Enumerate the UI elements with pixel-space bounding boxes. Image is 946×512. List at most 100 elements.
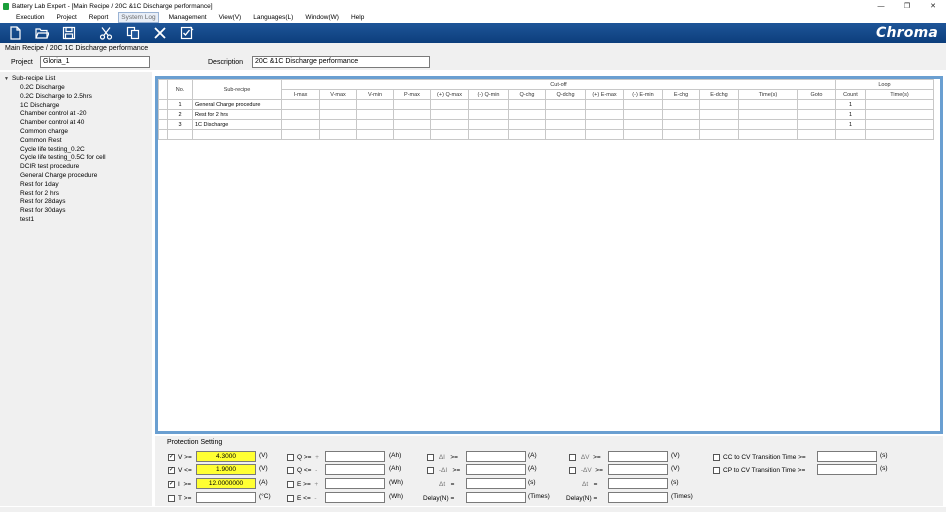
chevron-down-icon[interactable]: ▼ bbox=[4, 76, 9, 82]
cell[interactable] bbox=[319, 119, 357, 130]
cell[interactable] bbox=[865, 99, 934, 110]
cell[interactable] bbox=[865, 119, 934, 130]
cell[interactable] bbox=[281, 99, 320, 110]
cell[interactable] bbox=[430, 99, 469, 110]
cell[interactable] bbox=[545, 99, 586, 110]
list-item[interactable]: 0.2C Discharge to 2.5hrs bbox=[20, 93, 106, 102]
v-max-checkbox[interactable]: ✓ bbox=[168, 453, 175, 461]
i-max-input[interactable]: 12.0000000 bbox=[196, 478, 256, 489]
cell[interactable] bbox=[468, 99, 509, 110]
row-selector[interactable] bbox=[158, 99, 168, 110]
cell[interactable] bbox=[545, 119, 586, 130]
v-max-input[interactable]: 4.3000 bbox=[196, 451, 256, 462]
neg-delta-v-checkbox[interactable] bbox=[569, 466, 576, 474]
cell[interactable] bbox=[699, 119, 739, 130]
cell[interactable] bbox=[585, 109, 624, 120]
row-subrecipe[interactable]: Rest for 2 hrs bbox=[192, 109, 282, 120]
cell[interactable] bbox=[585, 99, 624, 110]
cell[interactable] bbox=[468, 109, 509, 120]
menu-view[interactable]: View(V) bbox=[217, 13, 244, 22]
cell[interactable] bbox=[585, 129, 624, 140]
table-row[interactable]: 2 Rest for 2 hrs 1 bbox=[158, 109, 934, 120]
cell[interactable] bbox=[468, 129, 509, 140]
cell[interactable] bbox=[319, 99, 357, 110]
cell[interactable] bbox=[545, 129, 586, 140]
table-row[interactable] bbox=[158, 129, 934, 140]
save-icon[interactable] bbox=[58, 24, 80, 42]
cell[interactable] bbox=[192, 129, 282, 140]
e-min-checkbox[interactable] bbox=[287, 494, 294, 502]
cell[interactable] bbox=[393, 99, 431, 110]
cell[interactable] bbox=[430, 109, 469, 120]
table-row[interactable]: 3 1C Discharge 1 bbox=[158, 119, 934, 130]
menu-help[interactable]: Help bbox=[349, 13, 366, 22]
delta-v-checkbox[interactable] bbox=[569, 453, 576, 461]
cell[interactable] bbox=[319, 109, 357, 120]
delta-t-2-input[interactable] bbox=[608, 478, 668, 489]
cc-cv-checkbox[interactable] bbox=[713, 453, 720, 461]
t-max-checkbox[interactable] bbox=[168, 494, 175, 502]
cell[interactable] bbox=[738, 109, 798, 120]
list-item[interactable]: Chamber control at 40 bbox=[20, 119, 106, 128]
cell[interactable] bbox=[797, 109, 836, 120]
menu-report[interactable]: Report bbox=[87, 13, 111, 22]
cell[interactable] bbox=[430, 129, 469, 140]
cell[interactable] bbox=[797, 99, 836, 110]
cell[interactable] bbox=[393, 119, 431, 130]
cell[interactable] bbox=[281, 119, 320, 130]
list-item[interactable]: Cycle life testing_0.2C bbox=[20, 146, 106, 155]
cell[interactable] bbox=[738, 99, 798, 110]
cell[interactable] bbox=[865, 129, 934, 140]
row-selector[interactable] bbox=[158, 119, 168, 130]
cell[interactable] bbox=[623, 119, 663, 130]
delta-i-checkbox[interactable] bbox=[427, 453, 434, 461]
cell[interactable] bbox=[167, 129, 193, 140]
list-item[interactable]: Rest for 30days bbox=[20, 207, 106, 216]
cell[interactable] bbox=[699, 129, 739, 140]
project-field[interactable]: Gloria_1 bbox=[40, 56, 150, 68]
description-field[interactable]: 20C &1C Discharge performance bbox=[252, 56, 430, 68]
cp-cv-checkbox[interactable] bbox=[713, 466, 720, 474]
list-item[interactable]: General Charge procedure bbox=[20, 172, 106, 181]
cell[interactable] bbox=[393, 109, 431, 120]
cell[interactable] bbox=[508, 109, 546, 120]
neg-delta-i-input[interactable] bbox=[466, 464, 526, 475]
q-min-input[interactable] bbox=[325, 464, 385, 475]
cell[interactable] bbox=[356, 109, 394, 120]
cp-cv-input[interactable] bbox=[817, 464, 877, 475]
cut-icon[interactable] bbox=[95, 24, 117, 42]
cell[interactable] bbox=[545, 109, 586, 120]
cell[interactable] bbox=[662, 119, 700, 130]
delta-i-input[interactable] bbox=[466, 451, 526, 462]
close-icon[interactable]: ✕ bbox=[920, 0, 946, 12]
row-selector[interactable] bbox=[158, 109, 168, 120]
e-min-input[interactable] bbox=[325, 492, 385, 503]
row-selector[interactable] bbox=[158, 129, 168, 140]
row-loop-count[interactable]: 1 bbox=[835, 119, 866, 130]
checklist-icon[interactable] bbox=[176, 24, 198, 42]
cell[interactable] bbox=[281, 109, 320, 120]
tree-root[interactable]: ▼ Sub-recipe List bbox=[4, 75, 55, 82]
cell[interactable] bbox=[662, 109, 700, 120]
q-max-input[interactable] bbox=[325, 451, 385, 462]
cell[interactable] bbox=[738, 119, 798, 130]
cell[interactable] bbox=[508, 119, 546, 130]
list-item[interactable]: 1C Discharge bbox=[20, 102, 106, 111]
cell[interactable] bbox=[623, 109, 663, 120]
row-subrecipe[interactable]: General Charge procedure bbox=[192, 99, 282, 110]
v-min-input[interactable]: 1.9000 bbox=[196, 464, 256, 475]
cell[interactable] bbox=[356, 129, 394, 140]
e-max-input[interactable] bbox=[325, 478, 385, 489]
cell[interactable] bbox=[508, 99, 546, 110]
cell[interactable] bbox=[865, 109, 934, 120]
delay-input[interactable] bbox=[466, 492, 526, 503]
cell[interactable] bbox=[430, 119, 469, 130]
delta-v-input[interactable] bbox=[608, 451, 668, 462]
cell[interactable] bbox=[393, 129, 431, 140]
row-loop-count[interactable]: 1 bbox=[835, 99, 866, 110]
table-row[interactable]: 1 General Charge procedure 1 bbox=[158, 99, 934, 110]
cell[interactable] bbox=[623, 129, 663, 140]
open-folder-icon[interactable] bbox=[31, 24, 53, 42]
list-item[interactable]: Rest for 1day bbox=[20, 181, 106, 190]
copy-icon[interactable] bbox=[122, 24, 144, 42]
